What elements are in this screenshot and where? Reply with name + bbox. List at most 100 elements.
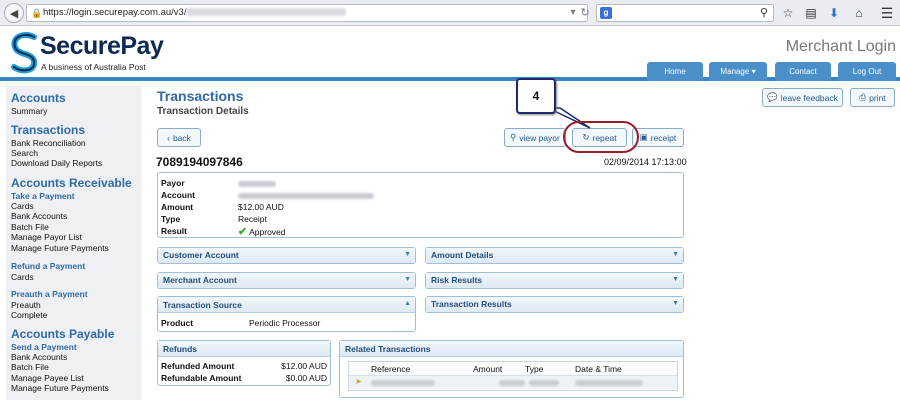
menu-icon[interactable]: ☰ [878,4,896,22]
column-amount: Amount [473,364,503,374]
nav-manage-label: Manage [720,67,750,76]
checkmark-icon: ✔ [238,226,248,238]
merchant-account-section[interactable]: Merchant Account ▼ [157,272,416,289]
transaction-id: 7089194097846 [156,155,243,169]
sidebar-item-payable-batch-file[interactable]: Batch File [11,362,49,372]
page-subtitle: Transaction Details [157,106,249,117]
sidebar-item-batch-file[interactable]: Batch File [11,222,49,232]
amount-value: $12.00 AUD [238,202,284,212]
account-value [238,191,374,201]
sidebar-item-payable-future-payments[interactable]: Manage Future Payments [11,383,109,393]
column-reference: Reference [371,364,411,374]
result-label: Result [161,226,187,236]
search-input[interactable]: g ⚲ [596,4,774,22]
payor-label: Payor [161,178,185,188]
account-label: Account [161,190,195,200]
sidebar-heading-accounts[interactable]: Accounts [11,91,66,105]
sidebar-item-manage-future-payments[interactable]: Manage Future Payments [11,243,109,253]
type-value-blurred [529,380,559,386]
type-value: Receipt [238,214,267,224]
chevron-down-icon: ▼ [672,276,679,283]
back-button[interactable]: ‹ back [157,128,201,147]
risk-results-section[interactable]: Risk Results ▼ [425,272,684,289]
row-arrow-icon: ➤ [355,377,362,386]
sidebar-item-summary[interactable]: Summary [11,106,47,116]
chevron-up-icon: ▲ [404,300,411,307]
amount-details-section[interactable]: Amount Details ▼ [425,247,684,264]
leave-feedback-button[interactable]: 💬 leave feedback [762,88,843,107]
nav-manage[interactable]: Manage ▾ [709,62,767,81]
reference-value [371,380,435,386]
highlight-ring [563,121,639,153]
chevron-down-icon: ▼ [672,300,679,307]
transaction-results-section[interactable]: Transaction Results ▼ [425,296,684,313]
chevron-down-icon: ▼ [672,251,679,258]
sidebar-item-bank-accounts[interactable]: Bank Accounts [11,211,67,221]
sidebar-subheading-send-payment[interactable]: Send a Payment [11,342,77,352]
risk-results-header: Risk Results [426,273,683,288]
logo-subtitle: A business of Australia Post [41,62,146,72]
transaction-datetime: 02/09/2014 17:13:00 [604,157,687,167]
download-icon[interactable]: ⬇ [825,4,843,22]
transaction-source-section[interactable]: Transaction Source ▲ Product Periodic Pr… [157,296,416,332]
nav-home[interactable]: Home [647,62,703,81]
refunds-header: Refunds [158,341,330,357]
nav-logout[interactable]: Log Out [838,62,896,81]
column-datetime: Date & Time [575,364,622,374]
payor-value [238,179,276,189]
amount-value-blurred [499,380,525,386]
sidebar-item-refund-cards[interactable]: Cards [11,272,34,282]
sidebar-item-search[interactable]: Search [11,148,38,158]
page: SecurePay A business of Australia Post M… [0,26,900,420]
sidebar-item-payable-bank-accounts[interactable]: Bank Accounts [11,352,67,362]
customer-account-section[interactable]: Customer Account ▼ [157,247,416,264]
sidebar-item-manage-payee-list[interactable]: Manage Payee List [11,373,84,383]
column-type: Type [525,364,544,374]
feedback-icon: 💬 [767,92,778,102]
refundable-amount-label: Refundable Amount [161,373,242,383]
sidebar-subheading-preauth[interactable]: Preauth a Payment [11,289,88,299]
sidebar-heading-payable[interactable]: Accounts Payable [11,327,114,341]
home-icon[interactable]: ⌂ [850,4,868,22]
receipt-button[interactable]: ▣ receipt [632,128,684,147]
url-blurred-path [186,8,347,17]
transaction-results-header: Transaction Results [426,297,683,312]
refunded-amount-label: Refunded Amount [161,361,235,371]
leave-feedback-label: leave feedback [780,92,838,103]
sidebar-item-cards[interactable]: Cards [11,201,34,211]
securepay-logo-icon [11,31,38,74]
back-arrow-icon[interactable]: ◀ [4,3,24,23]
browser-toolbar: ◀ 🔒 https://login.securepay.com.au/v3/ ▾… [0,0,900,26]
bookmark-star-icon[interactable]: ☆ [779,4,797,22]
related-transactions-header: Related Transactions [340,341,683,357]
address-bar[interactable]: 🔒 https://login.securepay.com.au/v3/ [26,4,588,22]
sidebar-item-complete[interactable]: Complete [11,310,47,320]
sidebar-item-bank-reconciliation[interactable]: Bank Reconciliation [11,138,86,148]
sidebar-subheading-refund[interactable]: Refund a Payment [11,261,85,271]
merchant-account-header: Merchant Account [158,273,415,288]
google-icon: g [600,7,612,19]
receipt-label: receipt [650,132,677,143]
sidebar-item-download-reports[interactable]: Download Daily Reports [11,158,102,168]
reload-icon[interactable]: ↻ [576,4,594,22]
sidebar-item-manage-payor-list[interactable]: Manage Payor List [11,232,82,242]
refunded-amount-value: $12.00 AUD [281,361,327,371]
refundable-amount-value: $0.00 AUD [285,373,327,383]
sidebar-item-preauth[interactable]: Preauth [11,300,41,310]
sidebar: Accounts Summary Transactions Bank Recon… [6,86,142,400]
chevron-down-icon: ▾ [751,67,756,76]
page-heading: Merchant Login [785,38,896,55]
bookmarks-icon[interactable]: ▤ [802,4,820,22]
related-transactions-table: Reference Amount Type Date & Time ➤ [348,361,678,391]
nav-contact[interactable]: Contact [775,62,831,81]
step-callout: 4 [516,78,556,114]
print-button[interactable]: ⎙ print [850,88,895,107]
logo-text: SecurePay [40,32,164,60]
sidebar-heading-receivable[interactable]: Accounts Receivable [11,176,132,190]
chevron-down-icon: ▼ [404,276,411,283]
amount-details-header: Amount Details [426,248,683,263]
sidebar-heading-transactions[interactable]: Transactions [11,123,85,137]
table-row[interactable]: ➤ [349,375,677,389]
search-icon[interactable]: ⚲ [755,4,773,22]
sidebar-subheading-take-payment[interactable]: Take a Payment [11,191,75,201]
